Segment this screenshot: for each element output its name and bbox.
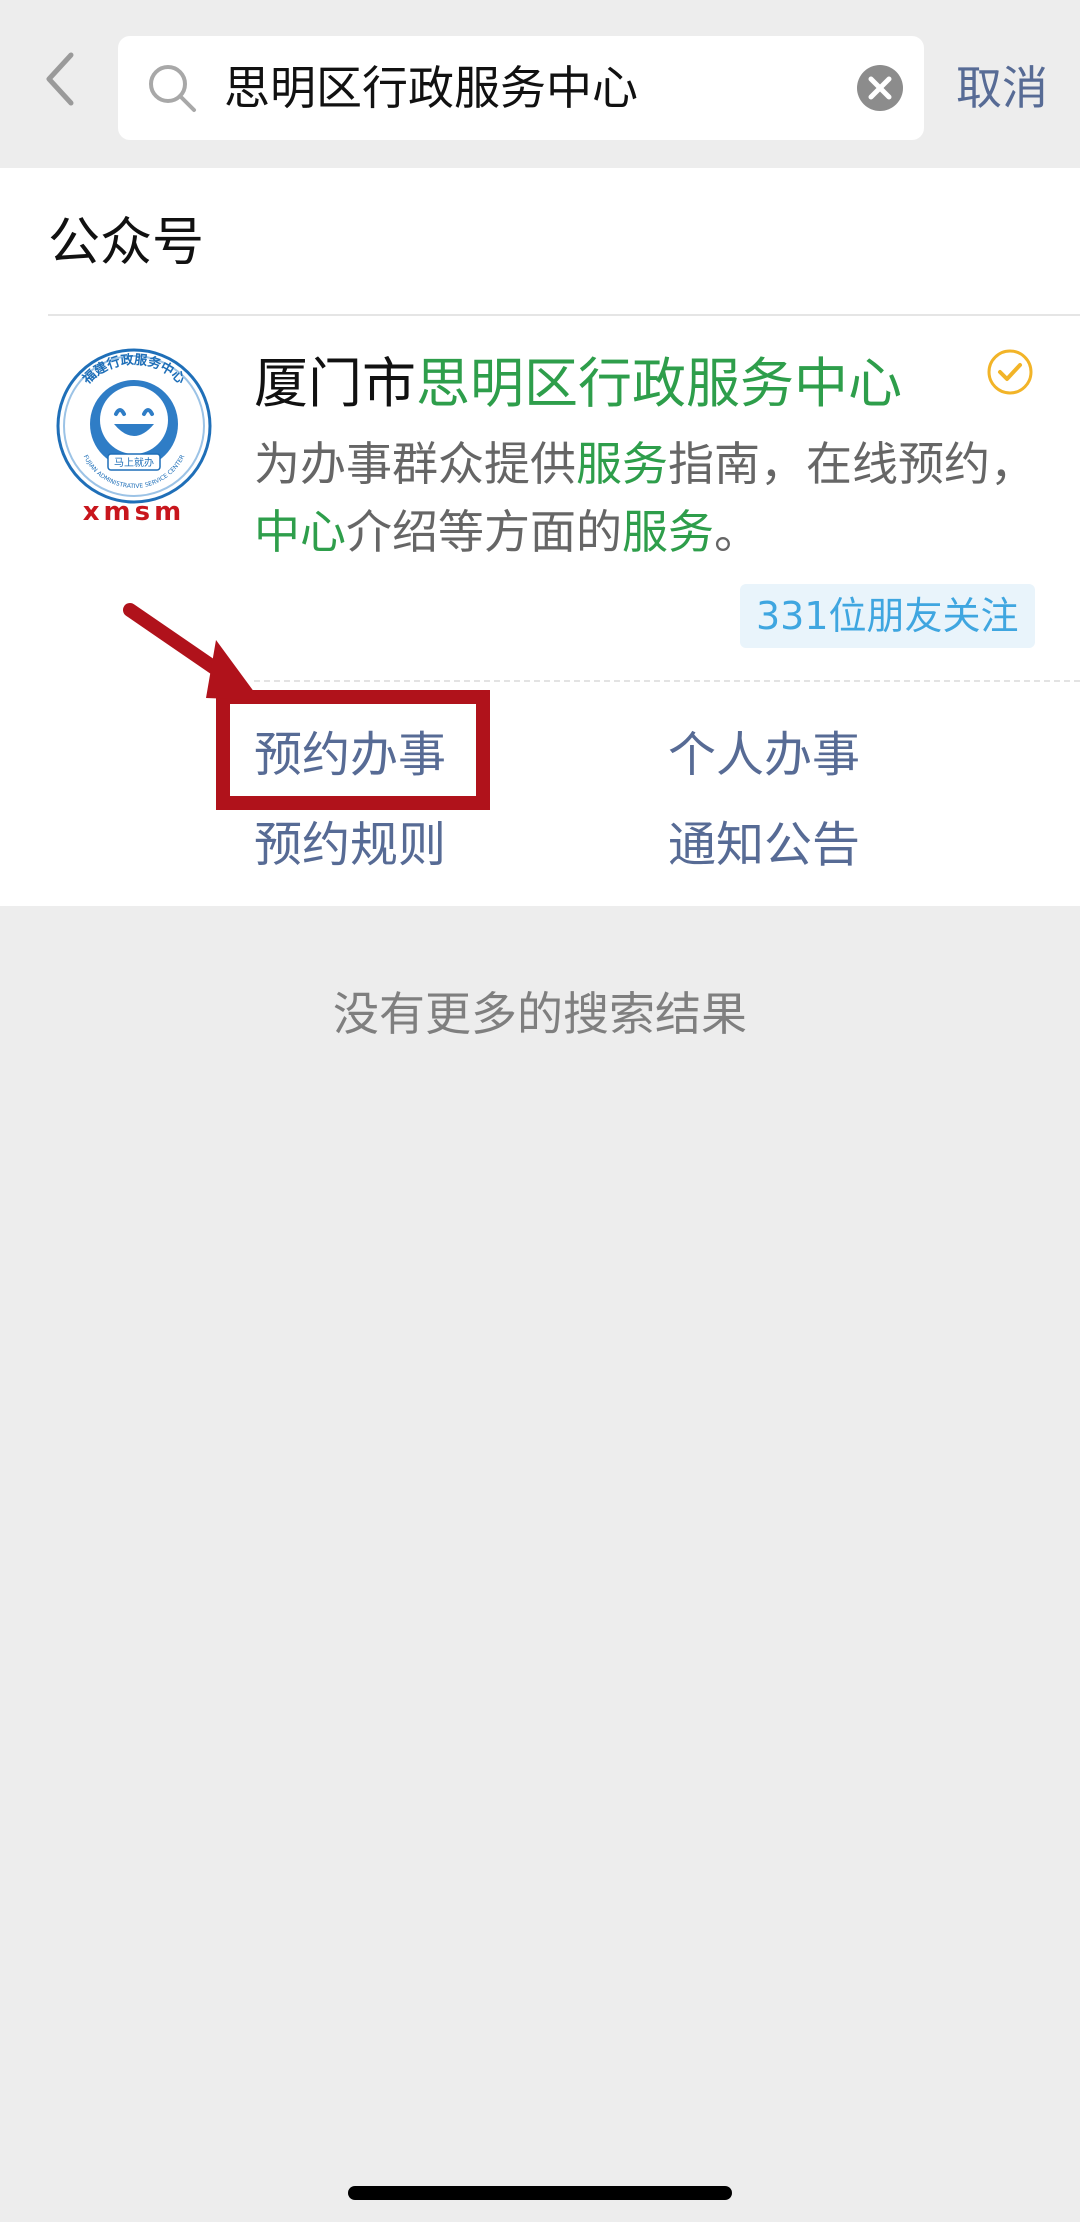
- annotation-arrow-icon: [123, 603, 260, 700]
- account-description: 为办事群众提供服务指南，在线预约，中心介绍等方面的服务。: [254, 430, 1044, 566]
- clear-icon[interactable]: [856, 64, 904, 112]
- logo-under-text: xmsm: [83, 497, 185, 524]
- account-logo[interactable]: 福建行政服务中心 FUJIAN ADMINISTRATIVE SERVICE C…: [52, 344, 216, 524]
- logo-center-text: 马上就办: [114, 456, 154, 469]
- back-button[interactable]: [38, 46, 82, 112]
- desc-part-highlight: 服务: [576, 437, 668, 491]
- desc-part: 。: [714, 505, 760, 559]
- verified-icon: [987, 349, 1033, 395]
- cancel-button[interactable]: 取消: [956, 36, 1048, 140]
- account-name[interactable]: 厦门市思明区行政服务中心: [254, 344, 902, 424]
- desc-part-highlight: 中心: [254, 505, 346, 559]
- desc-part: 介绍等方面的: [346, 505, 622, 559]
- menu-item-notices[interactable]: 通知公告: [668, 810, 860, 880]
- desc-part: 指南，在线预约，: [668, 437, 1036, 491]
- search-query-text: 思明区行政服务中心: [224, 61, 638, 115]
- menu-item-personal-affairs[interactable]: 个人办事: [668, 720, 860, 790]
- desc-part: 为办事群众提供: [254, 437, 576, 491]
- search-icon: [149, 65, 196, 112]
- followers-badge: 331位朋友关注: [740, 584, 1035, 648]
- results-card: 公众号 福建行政服务中心 FUJIAN ADMINISTRATIVE SERVI…: [0, 168, 1080, 906]
- menu-item-appointment-rules[interactable]: 预约规则: [254, 810, 446, 880]
- search-input[interactable]: 思明区行政服务中心: [118, 36, 924, 140]
- search-header: 思明区行政服务中心 取消: [0, 0, 1080, 168]
- account-name-prefix: 厦门市: [254, 352, 416, 415]
- section-title: 公众号: [48, 213, 205, 273]
- home-indicator[interactable]: [348, 2186, 732, 2200]
- desc-part-highlight: 服务: [622, 505, 714, 559]
- chevron-left-icon: [46, 52, 74, 106]
- no-more-results-text: 没有更多的搜索结果: [333, 987, 747, 1041]
- menu-divider: [254, 680, 1080, 682]
- section-divider: [48, 314, 1080, 316]
- account-name-highlight: 思明区行政服务中心: [416, 352, 902, 415]
